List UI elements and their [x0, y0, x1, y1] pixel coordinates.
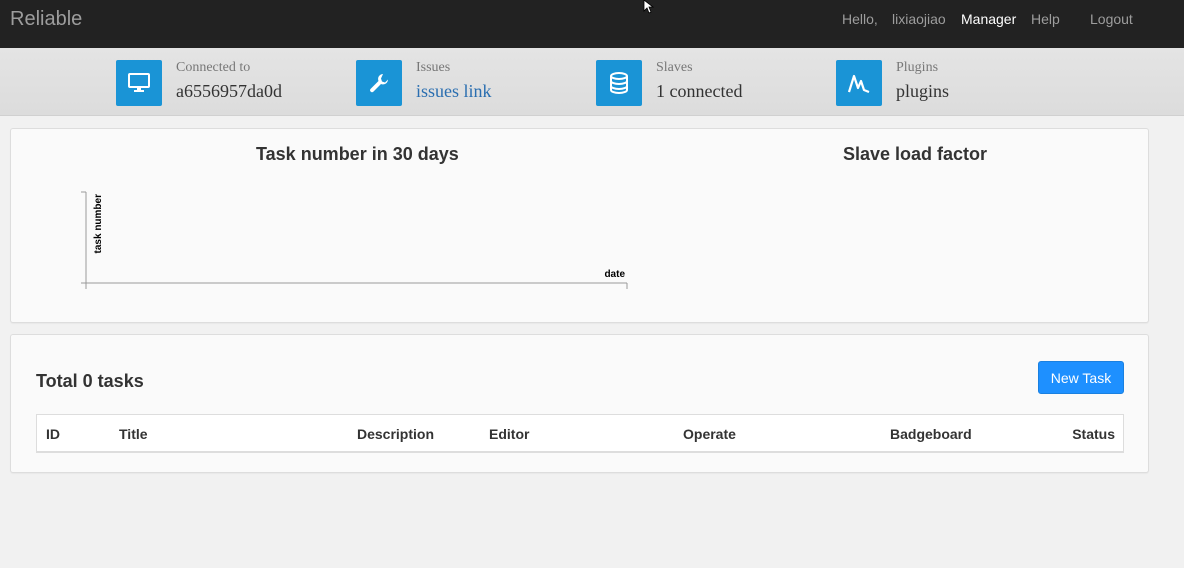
stat-label: Plugins — [896, 60, 939, 75]
top-navbar: Reliable Hello, lixiaojiao Manager Help … — [0, 0, 1184, 48]
column-header-badgeboard[interactable]: Badgeboard — [890, 426, 972, 442]
mouse-cursor-icon — [643, 0, 655, 14]
column-header-title[interactable]: Title — [119, 426, 148, 442]
issues-link[interactable]: issues link — [416, 81, 492, 102]
column-header-operate[interactable]: Operate — [683, 426, 736, 442]
x-axis-label: date — [604, 269, 625, 280]
task-chart: date task number — [81, 191, 628, 289]
column-header-description[interactable]: Description — [357, 426, 434, 442]
nav-manager-link[interactable]: Manager — [961, 11, 1016, 31]
stat-value: plugins — [896, 81, 950, 101]
column-header-status[interactable]: Status — [1072, 426, 1115, 442]
stat-label: Slaves — [656, 60, 693, 75]
column-header-id[interactable]: ID — [46, 426, 60, 442]
y-axis-label: task number — [93, 194, 104, 254]
slave-chart-title: Slave load factor — [843, 144, 988, 164]
tasks-panel: Total 0 tasks New Task ID Title Descript… — [10, 334, 1149, 473]
task-chart-title: Task number in 30 days — [256, 144, 459, 164]
username-link[interactable]: lixiaojiao — [892, 11, 946, 31]
database-icon — [596, 60, 642, 106]
stat-value: a6556957da0d — [176, 81, 282, 101]
tasks-total-heading: Total 0 tasks — [36, 371, 144, 391]
nav-logout-link[interactable]: Logout — [1090, 11, 1133, 31]
charts-panel: Task number in 30 days Slave load factor… — [10, 128, 1149, 323]
wrench-icon — [356, 60, 402, 106]
stat-label: Issues — [416, 60, 451, 75]
monitor-icon — [116, 60, 162, 106]
stat-label: Connected to — [176, 60, 251, 75]
column-header-editor[interactable]: Editor — [489, 426, 529, 442]
tasks-table-header: ID Title Description Editor Operate Badg… — [36, 414, 1124, 452]
stats-bar: Connected to a6556957da0d Issues issues … — [0, 48, 1184, 116]
brand-logo[interactable]: Reliable — [10, 8, 82, 31]
greeting-text: Hello, — [842, 11, 878, 27]
stat-value: 1 connected — [656, 81, 743, 101]
nav-help-link[interactable]: Help — [1031, 11, 1060, 31]
chart-peak-icon — [836, 60, 882, 106]
new-task-button[interactable]: New Task — [1038, 361, 1124, 394]
